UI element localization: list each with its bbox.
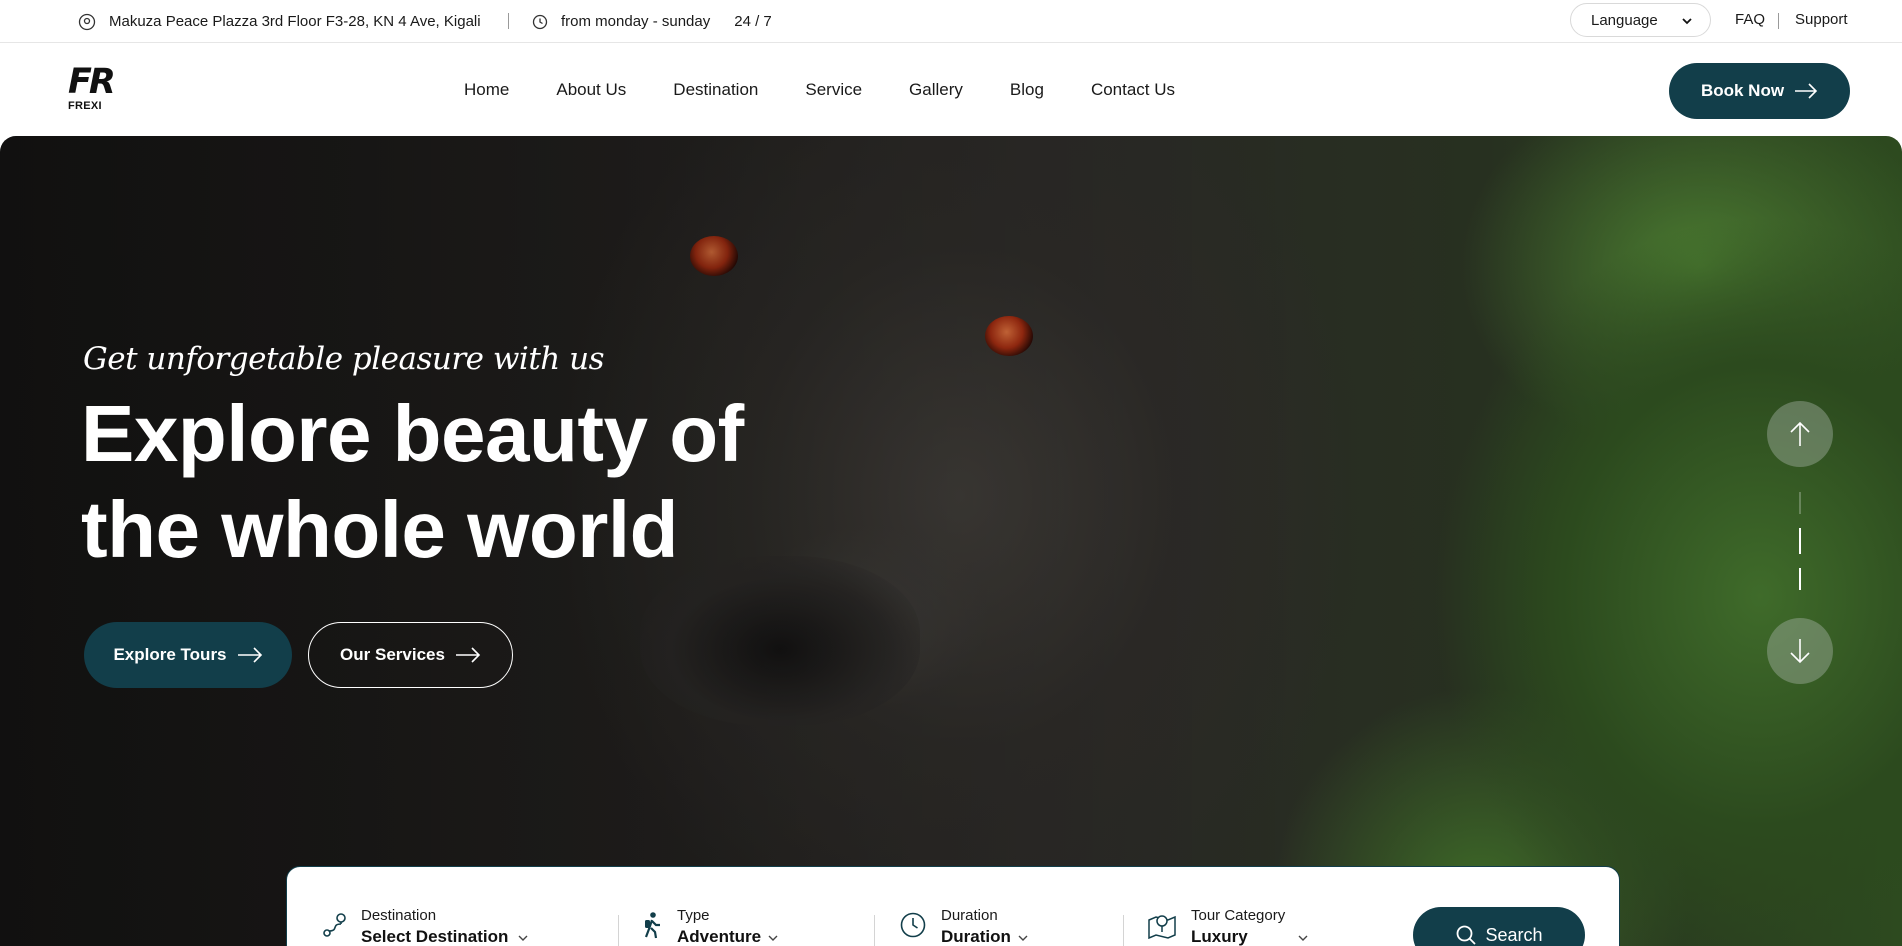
nav-item-gallery[interactable]: Gallery [909, 80, 963, 100]
duration-label: Duration [941, 907, 998, 924]
arrow-right-icon [237, 647, 262, 663]
main-navigation: FR FREXI Home About Us Destination Servi… [0, 44, 1902, 136]
top-info-bar: Makuza Peace Plazza 3rd Floor F3-28, KN … [0, 0, 1902, 43]
divider [1778, 13, 1779, 29]
slide-down-button[interactable] [1767, 618, 1833, 684]
chevron-down-icon [1018, 935, 1028, 941]
nav-item-destination[interactable]: Destination [673, 80, 758, 100]
duration-value: Duration [941, 927, 1011, 946]
hero-section: Get unforgetable pleasure with us Explor… [0, 136, 1902, 946]
faq-link[interactable]: FAQ [1735, 11, 1765, 28]
chevron-down-icon [768, 935, 778, 941]
explore-tours-button[interactable]: Explore Tours [84, 622, 292, 688]
map-pin-icon [1148, 915, 1176, 939]
nav-menu: Home About Us Destination Service Galler… [464, 44, 1222, 136]
clock-icon [532, 14, 548, 29]
chevron-down-icon [1298, 935, 1308, 941]
availability-text: 24 / 7 [734, 13, 772, 30]
location-pin-icon [78, 13, 96, 30]
chevron-down-icon [1682, 18, 1692, 25]
slide-up-button[interactable] [1767, 401, 1833, 467]
destination-label: Destination [361, 907, 437, 924]
hours-text: from monday - sunday [561, 13, 711, 30]
nav-item-service[interactable]: Service [805, 80, 862, 100]
tour-search-box: Destination Select Destination Type Adve… [286, 866, 1620, 946]
search-button[interactable]: Search [1413, 907, 1585, 946]
nav-item-contact-us[interactable]: Contact Us [1091, 80, 1175, 100]
divider [1123, 915, 1124, 946]
destination-value: Select Destination [361, 927, 509, 946]
nav-item-about-us[interactable]: About Us [556, 80, 626, 100]
type-value: Adventure [677, 927, 762, 946]
nav-item-blog[interactable]: Blog [1010, 80, 1044, 100]
tour-category-value: Luxury [1191, 927, 1248, 946]
arrow-right-icon [1795, 83, 1818, 99]
headline-line-2: the whole world [81, 485, 678, 574]
divider [618, 915, 619, 946]
support-link[interactable]: Support [1795, 11, 1848, 28]
type-label: Type [677, 907, 710, 924]
divider [508, 13, 509, 29]
search-icon [1457, 925, 1477, 945]
language-label: Language [1591, 11, 1658, 29]
tour-category-label: Tour Category [1191, 907, 1286, 924]
headline-line-1: Explore beauty of [81, 389, 744, 478]
hero-headline: Explore beauty of the whole world [81, 386, 841, 578]
slide-indicator[interactable] [1799, 492, 1801, 514]
book-now-button[interactable]: Book Now [1669, 63, 1850, 119]
our-services-label: Our Services [340, 645, 445, 664]
hero-tagline: Get unforgetable pleasure with us [83, 341, 604, 377]
chevron-down-icon [518, 935, 528, 941]
explore-tours-label: Explore Tours [113, 645, 227, 664]
nav-item-home[interactable]: Home [464, 80, 509, 100]
search-button-label: Search [1485, 924, 1543, 945]
address-text: Makuza Peace Plazza 3rd Floor F3-28, KN … [109, 13, 481, 30]
route-pin-icon [323, 913, 346, 937]
our-services-button[interactable]: Our Services [308, 622, 513, 688]
language-select[interactable]: Language [1570, 3, 1711, 37]
clock-icon [900, 912, 926, 938]
arrow-right-icon [455, 647, 481, 663]
hours-info: from monday - sunday 24 / 7 [532, 0, 772, 43]
arrow-up-icon [1790, 421, 1810, 446]
hiker-icon [644, 912, 660, 939]
arrow-down-icon [1790, 639, 1810, 664]
divider [874, 915, 875, 946]
address-info: Makuza Peace Plazza 3rd Floor F3-28, KN … [78, 0, 481, 43]
slide-indicator[interactable] [1799, 568, 1801, 590]
slide-indicator[interactable] [1799, 528, 1801, 554]
book-now-label: Book Now [1700, 81, 1785, 100]
logo-mark: FR [68, 62, 116, 102]
logo[interactable]: FR FREXI [68, 62, 116, 114]
